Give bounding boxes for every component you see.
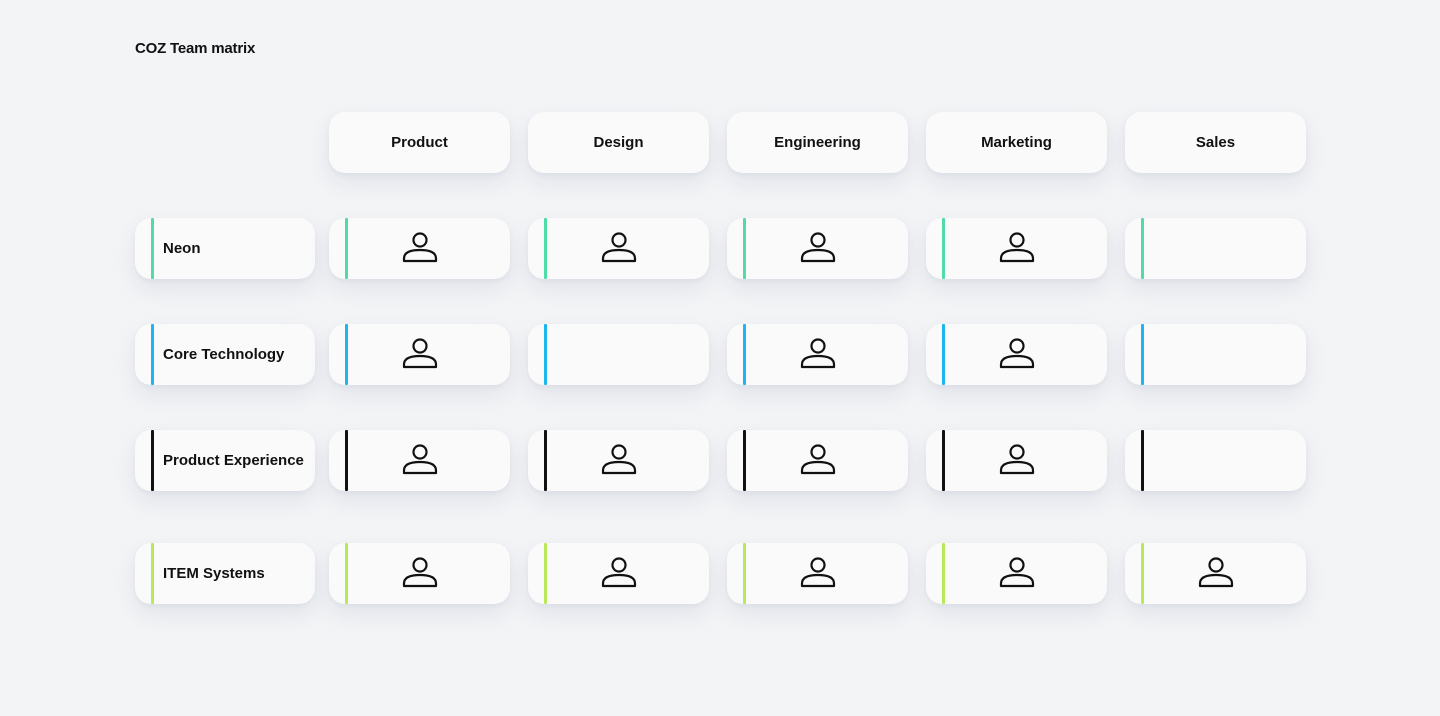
cell-accent-bar bbox=[544, 430, 547, 491]
cell-accent-bar bbox=[942, 430, 945, 491]
matrix-cell-core-technology-product[interactable] bbox=[329, 324, 510, 385]
page-title: COZ Team matrix bbox=[135, 40, 256, 57]
person-icon bbox=[401, 230, 439, 268]
cell-accent-bar bbox=[1141, 430, 1144, 491]
matrix-cell-product-experience-design[interactable] bbox=[528, 430, 709, 491]
row-header-neon: Neon bbox=[135, 218, 315, 279]
matrix-cell-neon-product[interactable] bbox=[329, 218, 510, 279]
matrix-cell-core-technology-engineering[interactable] bbox=[727, 324, 908, 385]
cell-accent-bar bbox=[743, 430, 746, 491]
cell-accent-bar bbox=[743, 218, 746, 279]
matrix-cell-item-systems-marketing[interactable] bbox=[926, 543, 1107, 604]
row-label: Product Experience bbox=[163, 452, 304, 469]
cell-accent-bar bbox=[942, 324, 945, 385]
cell-accent-bar bbox=[743, 324, 746, 385]
row-header-core-technology: Core Technology bbox=[135, 324, 315, 385]
cell-accent-bar bbox=[1141, 543, 1144, 604]
matrix-cell-neon-design[interactable] bbox=[528, 218, 709, 279]
column-header-marketing: Marketing bbox=[926, 112, 1107, 173]
person-icon bbox=[998, 336, 1036, 374]
column-header-design: Design bbox=[528, 112, 709, 173]
row-header-product-experience: Product Experience bbox=[135, 430, 315, 491]
column-header-sales: Sales bbox=[1125, 112, 1306, 173]
row-accent-bar bbox=[151, 218, 154, 279]
row-label: ITEM Systems bbox=[163, 565, 265, 582]
person-icon bbox=[998, 442, 1036, 480]
matrix-cell-neon-marketing[interactable] bbox=[926, 218, 1107, 279]
cell-accent-bar bbox=[345, 324, 348, 385]
matrix-cell-product-experience-sales[interactable] bbox=[1125, 430, 1306, 491]
matrix-cell-item-systems-sales[interactable] bbox=[1125, 543, 1306, 604]
matrix-cell-product-experience-engineering[interactable] bbox=[727, 430, 908, 491]
matrix-cell-neon-sales[interactable] bbox=[1125, 218, 1306, 279]
row-accent-bar bbox=[151, 324, 154, 385]
column-header-product: Product bbox=[329, 112, 510, 173]
matrix-cell-item-systems-product[interactable] bbox=[329, 543, 510, 604]
row-accent-bar bbox=[151, 543, 154, 604]
matrix-cell-core-technology-sales[interactable] bbox=[1125, 324, 1306, 385]
matrix-cell-product-experience-product[interactable] bbox=[329, 430, 510, 491]
person-icon bbox=[998, 555, 1036, 593]
matrix-cell-product-experience-marketing[interactable] bbox=[926, 430, 1107, 491]
person-icon bbox=[799, 555, 837, 593]
row-label: Core Technology bbox=[163, 346, 285, 363]
matrix-cell-item-systems-design[interactable] bbox=[528, 543, 709, 604]
cell-accent-bar bbox=[942, 543, 945, 604]
person-icon bbox=[1197, 555, 1235, 593]
matrix-cell-item-systems-engineering[interactable] bbox=[727, 543, 908, 604]
person-icon bbox=[600, 442, 638, 480]
cell-accent-bar bbox=[1141, 324, 1144, 385]
cell-accent-bar bbox=[942, 218, 945, 279]
row-header-item-systems: ITEM Systems bbox=[135, 543, 315, 604]
person-icon bbox=[401, 555, 439, 593]
matrix-cell-neon-engineering[interactable] bbox=[727, 218, 908, 279]
cell-accent-bar bbox=[345, 218, 348, 279]
cell-accent-bar bbox=[544, 324, 547, 385]
cell-accent-bar bbox=[743, 543, 746, 604]
cell-accent-bar bbox=[1141, 218, 1144, 279]
column-header-engineering: Engineering bbox=[727, 112, 908, 173]
person-icon bbox=[998, 230, 1036, 268]
person-icon bbox=[799, 442, 837, 480]
row-label: Neon bbox=[163, 240, 201, 257]
person-icon bbox=[401, 442, 439, 480]
cell-accent-bar bbox=[544, 543, 547, 604]
person-icon bbox=[600, 555, 638, 593]
person-icon bbox=[401, 336, 439, 374]
row-accent-bar bbox=[151, 430, 154, 491]
matrix-cell-core-technology-marketing[interactable] bbox=[926, 324, 1107, 385]
person-icon bbox=[799, 230, 837, 268]
person-icon bbox=[799, 336, 837, 374]
cell-accent-bar bbox=[345, 430, 348, 491]
cell-accent-bar bbox=[345, 543, 348, 604]
cell-accent-bar bbox=[544, 218, 547, 279]
person-icon bbox=[600, 230, 638, 268]
matrix-cell-core-technology-design[interactable] bbox=[528, 324, 709, 385]
